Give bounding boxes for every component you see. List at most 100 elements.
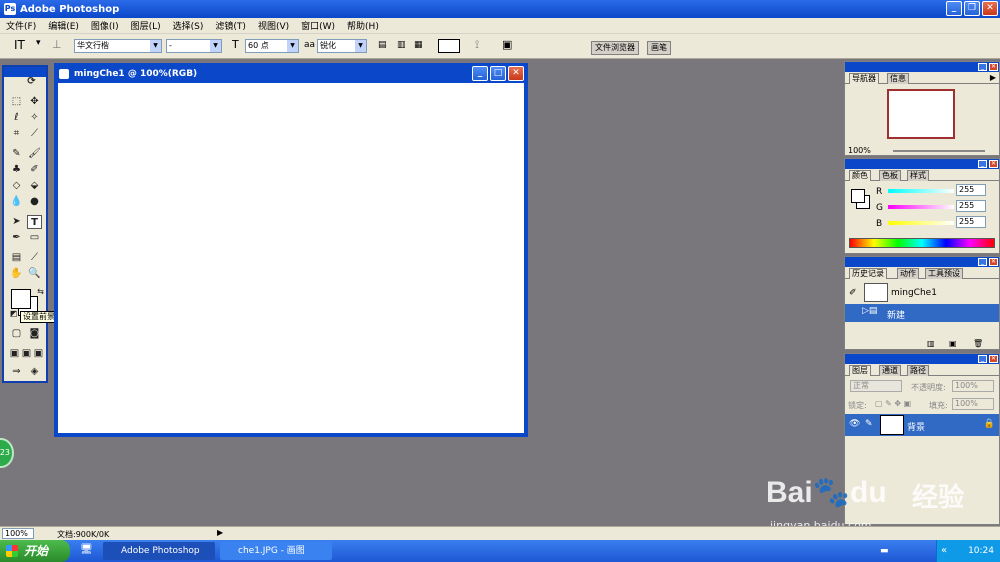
tab-navigator[interactable]: 导航器: [849, 73, 879, 84]
blur-tool-icon[interactable]: 💧: [9, 195, 24, 209]
adobe-online-icon[interactable]: ⟳: [24, 75, 39, 89]
magic-wand-icon[interactable]: ✧: [27, 111, 42, 125]
pen-tool-icon[interactable]: ✒: [9, 231, 24, 245]
canvas[interactable]: [58, 83, 524, 433]
layer-row[interactable]: 👁 ✎ 背景 🔒: [845, 414, 999, 436]
slice-tool-icon[interactable]: ⟋: [27, 127, 42, 141]
brush-tool-icon[interactable]: 🖌: [27, 147, 42, 161]
new-document-from-state-icon[interactable]: ▥: [927, 339, 935, 348]
menu-view[interactable]: 视图(V): [252, 19, 295, 32]
restore-button[interactable]: ❐: [964, 1, 980, 16]
tab-styles[interactable]: 样式: [907, 170, 929, 181]
tab-tool-presets[interactable]: 工具预设: [925, 268, 963, 279]
type-tool-icon[interactable]: T: [27, 215, 42, 229]
palette-minimize-icon[interactable]: _: [978, 355, 987, 363]
channel-b-slider[interactable]: [888, 221, 954, 225]
text-tool-preset[interactable]: IT: [14, 38, 25, 52]
tab-history[interactable]: 历史记录: [849, 268, 887, 279]
fill-input[interactable]: 100%: [952, 398, 994, 410]
task-photoshop[interactable]: Adobe Photoshop: [103, 542, 215, 560]
menu-file[interactable]: 文件(F): [0, 19, 42, 32]
jump-to-imageready-icon[interactable]: ⇒: [9, 365, 24, 379]
eraser-tool-icon[interactable]: ◇: [9, 179, 24, 193]
lock-icons[interactable]: ▢ ✎ ✥ ▣: [875, 399, 911, 408]
palette-close-icon[interactable]: ✕: [989, 258, 998, 266]
tray-keyboard-icon[interactable]: ▬: [880, 546, 889, 556]
preset-arrow-icon[interactable]: ▾: [36, 38, 41, 48]
paint-bucket-icon[interactable]: ⬙: [27, 179, 42, 193]
standard-mode-icon[interactable]: ▢: [9, 327, 24, 341]
tab-brushes[interactable]: 画笔: [647, 41, 671, 55]
navigator-zoom-slider[interactable]: [893, 150, 985, 152]
trash-icon[interactable]: 🗑: [973, 339, 983, 348]
font-size-select[interactable]: 60 点 ▼: [245, 39, 299, 53]
font-family-select[interactable]: 华文行楷 ▼: [74, 39, 162, 53]
default-colors-icon[interactable]: ◩: [6, 307, 21, 321]
channel-g-slider[interactable]: [888, 205, 954, 209]
foreground-color-swatch[interactable]: [11, 289, 31, 309]
align-center-icon[interactable]: ▥: [397, 40, 405, 50]
palette-close-icon[interactable]: ✕: [989, 355, 998, 363]
tab-layers[interactable]: 图层: [849, 365, 871, 376]
palette-close-icon[interactable]: ✕: [989, 63, 998, 71]
opacity-input[interactable]: 100%: [952, 380, 994, 392]
orientation-icon[interactable]: ⊥: [52, 38, 62, 51]
swap-colors-icon[interactable]: ⇆: [33, 285, 48, 299]
channel-r-input[interactable]: 255: [956, 184, 986, 196]
path-select-icon[interactable]: ➤: [9, 215, 24, 229]
notes-tool-icon[interactable]: ▤: [9, 251, 24, 265]
doc-close-button[interactable]: ✕: [508, 66, 524, 81]
doc-minimize-button[interactable]: _: [472, 66, 488, 81]
palettes-toggle-icon[interactable]: ▣: [502, 38, 512, 51]
eyedropper-icon[interactable]: ⟋: [27, 251, 42, 265]
clone-stamp-icon[interactable]: ♣: [9, 163, 24, 177]
palette-grip[interactable]: _ ✕: [845, 62, 999, 72]
dodge-tool-icon[interactable]: ●: [27, 195, 42, 209]
history-brush-source-icon[interactable]: ✐: [849, 288, 857, 298]
tab-actions[interactable]: 动作: [897, 268, 919, 279]
palette-grip[interactable]: _ ✕: [845, 159, 999, 169]
crop-tool-icon[interactable]: ⌗: [9, 127, 24, 141]
tab-color[interactable]: 颜色: [849, 170, 871, 181]
menu-help[interactable]: 帮助(H): [341, 19, 385, 32]
healing-brush-icon[interactable]: ✎: [9, 147, 24, 161]
align-right-icon[interactable]: ▦: [414, 40, 422, 50]
quick-mask-icon[interactable]: ◙: [27, 327, 42, 341]
palette-minimize-icon[interactable]: _: [978, 258, 987, 266]
screen-mode-full-icon[interactable]: ▣: [31, 347, 46, 361]
channel-b-input[interactable]: 255: [956, 216, 986, 228]
menu-window[interactable]: 窗口(W): [295, 19, 341, 32]
shape-tool-icon[interactable]: ▭: [27, 231, 42, 245]
antialias-select[interactable]: 锐化 ▼: [317, 39, 367, 53]
hand-tool-icon[interactable]: ✋: [9, 267, 24, 281]
navigator-zoom[interactable]: 100%: [848, 146, 871, 155]
blend-mode-select[interactable]: 正常: [850, 380, 902, 392]
navigator-thumbnail[interactable]: [887, 89, 955, 139]
new-snapshot-icon[interactable]: ▣: [949, 339, 957, 348]
floating-badge[interactable]: 23: [0, 438, 14, 468]
close-button[interactable]: ✕: [982, 1, 998, 16]
history-snapshot-row[interactable]: ✐ mingChe1: [845, 282, 999, 304]
color-spectrum-bar[interactable]: [849, 238, 995, 248]
tab-info[interactable]: 信息: [887, 73, 909, 84]
task-paint[interactable]: che1.JPG - 画图: [220, 542, 332, 560]
eye-icon[interactable]: 👁: [849, 419, 860, 429]
palette-menu-icon[interactable]: ▶: [990, 73, 996, 82]
imageready-icon[interactable]: ◈: [27, 365, 42, 379]
color-fg-swatch[interactable]: [851, 189, 865, 203]
palette-minimize-icon[interactable]: _: [978, 160, 987, 168]
tray-expand-icon[interactable]: «: [941, 540, 947, 562]
menu-select[interactable]: 选择(S): [167, 19, 210, 32]
history-brush-icon[interactable]: ✐: [27, 163, 42, 177]
show-desktop-icon[interactable]: 🖥: [80, 544, 93, 555]
move-tool-icon[interactable]: ✥: [27, 95, 42, 109]
tab-channels[interactable]: 通道: [879, 365, 901, 376]
minimize-button[interactable]: _: [946, 1, 962, 16]
lasso-tool-icon[interactable]: ℓ: [9, 111, 24, 125]
tab-file-browser[interactable]: 文件浏览器: [591, 41, 639, 55]
font-style-select[interactable]: - ▼: [166, 39, 222, 53]
text-color-swatch[interactable]: [438, 39, 460, 53]
palette-minimize-icon[interactable]: _: [978, 63, 987, 71]
zoom-tool-icon[interactable]: 🔍: [27, 267, 42, 281]
tab-paths[interactable]: 路径: [907, 365, 929, 376]
